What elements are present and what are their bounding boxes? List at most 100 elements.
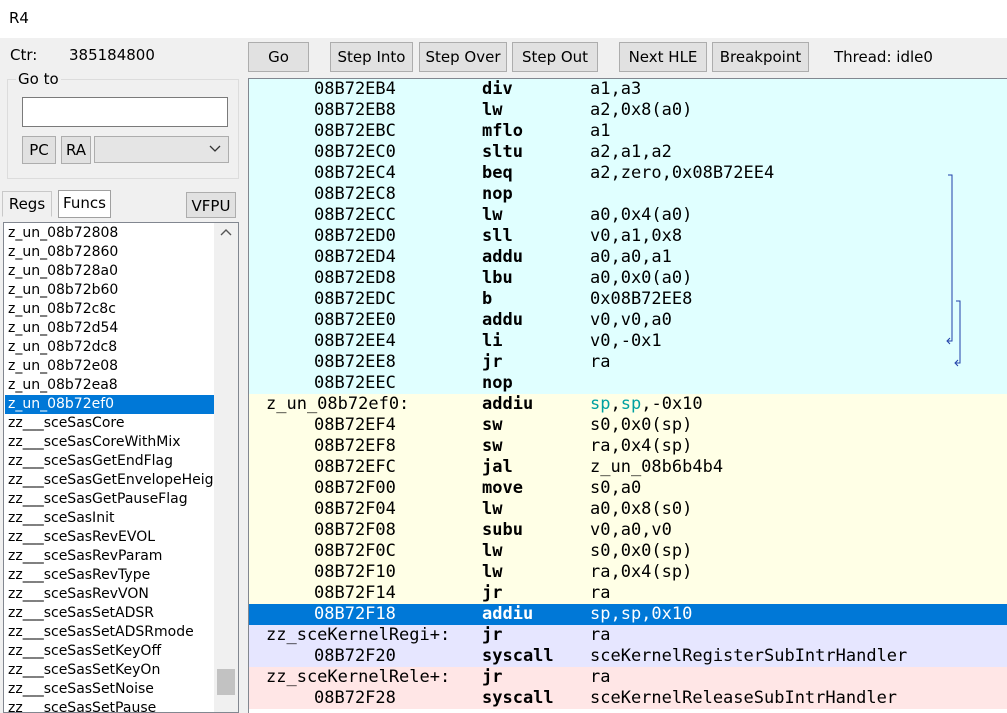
disasm-row[interactable]: z_un_08b72ef0: addiu sp,sp,-0x10 <box>249 394 1007 415</box>
disasm-row[interactable]: 08B72EC4 beq a2,zero,0x08B72EE4 <box>249 163 1007 184</box>
disasm-label: z_un_08b72ef0: <box>266 394 410 414</box>
function-list-item[interactable]: zz___sceSasCore <box>5 414 214 433</box>
disasm-row[interactable]: 08B72EE0 addu v0,v0,a0 <box>249 310 1007 331</box>
function-list-item[interactable]: z_un_08b72e08 <box>5 357 214 376</box>
function-list-scrollbar[interactable] <box>214 223 238 712</box>
function-list-item[interactable]: zz___sceSasCoreWithMix <box>5 433 214 452</box>
function-list-item[interactable]: z_un_08b72ef0 <box>5 395 214 414</box>
function-list-item[interactable]: zz___sceSasSetADSRmode <box>5 623 214 642</box>
disasm-row[interactable]: 08B72EF8 sw ra,0x4(sp) <box>249 436 1007 457</box>
disasm-row[interactable]: zz_sceKernelRegi+: jr ra <box>249 625 1007 646</box>
next-hle-button[interactable]: Next HLE <box>619 42 707 72</box>
function-list-item[interactable]: z_un_08b72d54 <box>5 319 214 338</box>
disasm-operands: v0,-0x1 <box>590 331 662 351</box>
disasm-address: 08B72EDC <box>314 289 396 309</box>
disasm-opcode: sw <box>482 415 503 435</box>
pc-button[interactable]: PC <box>22 136 56 164</box>
disasm-row[interactable]: 08B72F18 addiu sp,sp,0x10 <box>249 604 1007 625</box>
disasm-address: 08B72ED8 <box>314 268 396 288</box>
disasm-row[interactable]: 08B72ED8 lbu a0,0x0(a0) <box>249 268 1007 289</box>
disasm-address: 08B72F00 <box>314 478 396 498</box>
function-list-item[interactable]: z_un_08b728a0 <box>5 262 214 281</box>
function-list-item[interactable]: zz___sceSasRevType <box>5 566 214 585</box>
function-list-item[interactable]: zz___sceSasSetKeyOn <box>5 661 214 680</box>
goto-select[interactable] <box>94 136 229 163</box>
disasm-opcode: lw <box>482 205 503 225</box>
tab-regs[interactable]: Regs <box>2 191 52 217</box>
function-list-item[interactable]: zz___sceSasSetPause <box>5 699 214 712</box>
disasm-row[interactable]: 08B72F28 syscall sceKernelReleaseSubIntrHa… <box>249 688 1007 709</box>
function-list-item[interactable]: zz___sceSasInit <box>5 509 214 528</box>
function-list-item[interactable]: zz___sceSasGetPauseFlag <box>5 490 214 509</box>
disasm-operands: sceKernelReleaseSubIntrHandler <box>590 688 898 708</box>
disasm-row[interactable]: 08B72EE4 li v0,-0x1 <box>249 331 1007 352</box>
disasm-row[interactable]: 08B72EDC b 0x08B72EE8 <box>249 289 1007 310</box>
disasm-operands: ra,0x4(sp) <box>590 436 693 456</box>
disasm-row[interactable]: 08B72EB8 lw a2,0x8(a0) <box>249 100 1007 121</box>
step-into-button[interactable]: Step Into <box>330 42 413 72</box>
vfpu-button[interactable]: VFPU <box>186 192 236 218</box>
disasm-opcode: move <box>482 478 523 498</box>
disasm-row[interactable]: 08B72EFC jal z_un_08b6b4b4 <box>249 457 1007 478</box>
disasm-row[interactable]: 08B72F10 lw ra,0x4(sp) <box>249 562 1007 583</box>
disasm-address: 08B72F10 <box>314 562 396 582</box>
disasm-address: 08B72F04 <box>314 499 396 519</box>
disasm-row[interactable]: 08B72EE8 jr ra <box>249 352 1007 373</box>
disasm-opcode: syscall <box>482 688 554 708</box>
function-list-item[interactable]: z_un_08b72b60 <box>5 281 214 300</box>
disasm-row[interactable]: 08B72F20 syscall sceKernelRegisterSubIntrH… <box>249 646 1007 667</box>
function-list-item[interactable]: zz___sceSasGetEnvelopeHeig <box>5 471 214 490</box>
disasm-opcode: jr <box>482 625 503 645</box>
function-list-item[interactable]: zz___sceSasRevVON <box>5 585 214 604</box>
ra-button[interactable]: RA <box>61 136 91 164</box>
goto-input[interactable] <box>22 97 228 127</box>
disasm-row[interactable]: 08B72ED0 sll v0,a1,0x8 <box>249 226 1007 247</box>
disasm-row[interactable]: 08B72EBC mflo a1 <box>249 121 1007 142</box>
disassembly-view[interactable]: 08B72EB4 div a1,a3 08B72EB8 lw a2,0x8(a0) 08B7… <box>248 78 1007 713</box>
disasm-operands: ra <box>590 352 611 372</box>
disasm-row[interactable]: 08B72F14 jr ra <box>249 583 1007 604</box>
disasm-address: 08B72ED4 <box>314 247 396 267</box>
disasm-row[interactable]: 08B72F0C lw s0,0x0(sp) <box>249 541 1007 562</box>
chevron-up-icon[interactable] <box>219 225 233 243</box>
disasm-row[interactable]: 08B72EB4 div a1,a3 <box>249 79 1007 100</box>
disasm-row[interactable]: 08B72F04 lw a0,0x8(s0) <box>249 499 1007 520</box>
breakpoint-button[interactable]: Breakpoint <box>712 42 809 72</box>
disasm-row[interactable]: 08B72EEC nop <box>249 373 1007 394</box>
function-list-item[interactable]: z_un_08b72860 <box>5 243 214 262</box>
disasm-operands: ra,0x4(sp) <box>590 562 693 582</box>
function-list-item[interactable]: zz___sceSasSetNoise <box>5 680 214 699</box>
disasm-row[interactable]: zz_sceKernelRele+: jr ra <box>249 667 1007 688</box>
function-list[interactable]: z_un_08b72808 z_un_08b72860 z_un_08b728a0 z… <box>3 222 239 713</box>
function-list-item[interactable]: zz___sceSasSetKeyOff <box>5 642 214 661</box>
function-list-item[interactable]: z_un_08b72808 <box>5 224 214 243</box>
disasm-row[interactable]: 08B72EC0 sltu a2,a1,a2 <box>249 142 1007 163</box>
disasm-row[interactable]: 08B72F00 move s0,a0 <box>249 478 1007 499</box>
function-list-item[interactable]: zz___sceSasSetADSR <box>5 604 214 623</box>
function-list-item[interactable]: zz___sceSasRevEVOL <box>5 528 214 547</box>
function-list-item[interactable]: z_un_08b72c8c <box>5 300 214 319</box>
disasm-operands: a0,a0,a1 <box>590 247 672 267</box>
disasm-opcode: addu <box>482 247 523 267</box>
scrollbar-thumb[interactable] <box>217 669 235 695</box>
function-list-item[interactable]: z_un_08b72ea8 <box>5 376 214 395</box>
disasm-opcode: sltu <box>482 142 523 162</box>
disasm-opcode: addiu <box>482 604 534 624</box>
step-over-button[interactable]: Step Over <box>419 42 507 72</box>
disasm-row[interactable]: 08B72ECC lw a0,0x4(a0) <box>249 205 1007 226</box>
disasm-row[interactable]: 08B72EC8 nop <box>249 184 1007 205</box>
step-out-button[interactable]: Step Out <box>512 42 598 72</box>
disasm-row[interactable]: 08B72F08 subu v0,a0,v0 <box>249 520 1007 541</box>
disasm-row[interactable]: 08B72ED4 addu a0,a0,a1 <box>249 247 1007 268</box>
go-button[interactable]: Go <box>248 42 309 72</box>
disasm-row[interactable]: 08B72EF4 sw s0,0x0(sp) <box>249 415 1007 436</box>
window-title: R4 <box>9 9 29 27</box>
disasm-opcode: lw <box>482 100 503 120</box>
disasm-address: 08B72EEC <box>314 373 396 393</box>
disasm-operands: s0,0x0(sp) <box>590 415 693 435</box>
function-list-item[interactable]: zz___sceSasGetEndFlag <box>5 452 214 471</box>
tab-funcs[interactable]: Funcs <box>58 190 111 218</box>
function-list-item[interactable]: z_un_08b72dc8 <box>5 338 214 357</box>
disasm-opcode: lw <box>482 541 503 561</box>
function-list-item[interactable]: zz___sceSasRevParam <box>5 547 214 566</box>
